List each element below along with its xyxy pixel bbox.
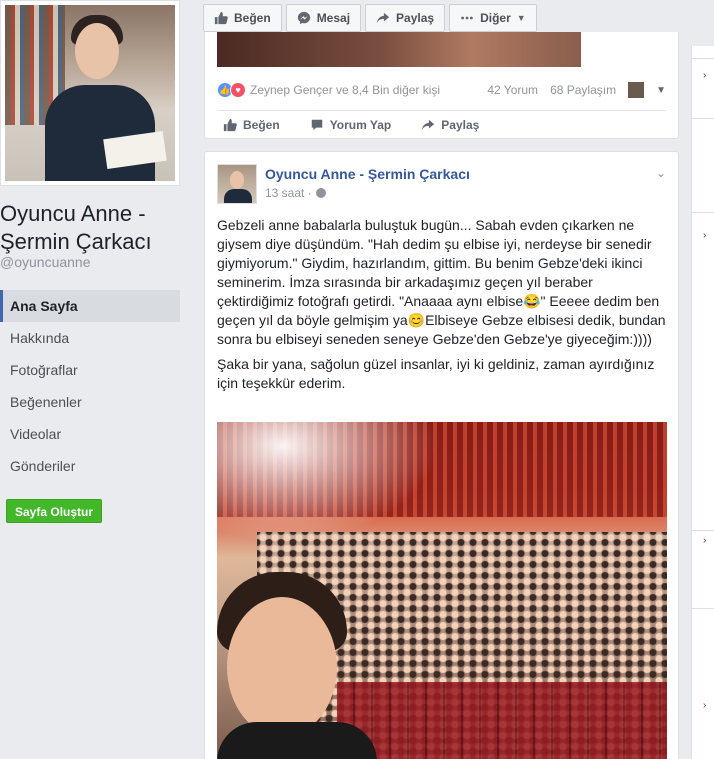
post-timestamp[interactable]: 13 saat · xyxy=(265,186,470,200)
comment-count[interactable]: 42 Yorum xyxy=(487,83,538,97)
nav-item-posts[interactable]: Gönderiler xyxy=(0,450,180,482)
nav-item-about[interactable]: Hakkında xyxy=(0,322,180,354)
post-time: 13 saat · xyxy=(265,186,312,200)
divider xyxy=(692,58,714,59)
right-column xyxy=(691,46,714,759)
reactions-summary[interactable]: Zeynep Gençer ve 8,4 Bin diğer kişi xyxy=(250,83,440,97)
chevron-right-icon[interactable]: › xyxy=(703,230,706,241)
profile-photo xyxy=(5,5,175,181)
page-handle[interactable]: @oyuncuanne xyxy=(0,254,91,270)
like-button[interactable]: Beğen xyxy=(223,118,280,132)
love-reaction-icon: ♥ xyxy=(230,82,246,98)
comment-button[interactable]: Yorum Yap xyxy=(310,117,392,132)
share-arrow-icon xyxy=(376,12,390,24)
chevron-right-icon[interactable]: › xyxy=(703,70,706,81)
chevron-down-icon: ▼ xyxy=(516,13,526,23)
nav-item-home[interactable]: Ana Sayfa xyxy=(0,290,180,322)
post-stats: 👍 ♥ Zeynep Gençer ve 8,4 Bin diğer kişi … xyxy=(217,78,666,102)
share-page-label: Paylaş xyxy=(396,11,435,25)
page-action-bar: Beğen Mesaj Paylaş Diğer ▼ xyxy=(203,4,537,32)
comment-label: Yorum Yap xyxy=(329,117,392,132)
more-label: Diğer xyxy=(480,11,511,25)
like-page-button[interactable]: Beğen xyxy=(203,4,282,32)
comment-bubble-icon xyxy=(311,119,322,130)
thumbs-up-icon xyxy=(214,11,228,25)
divider xyxy=(692,212,714,213)
chevron-right-icon[interactable]: › xyxy=(703,535,706,546)
post-actions: Beğen Yorum Yap Paylaş xyxy=(217,110,666,138)
messenger-icon xyxy=(297,11,310,25)
post-photo[interactable] xyxy=(217,32,581,67)
divider xyxy=(692,118,714,119)
divider xyxy=(692,530,714,531)
page-nav: Ana Sayfa Hakkında Fotoğraflar Beğenenle… xyxy=(0,290,180,482)
thumbs-up-icon xyxy=(223,118,237,131)
message-button[interactable]: Mesaj xyxy=(285,4,362,32)
share-arrow-icon xyxy=(422,119,435,130)
share-button[interactable]: Paylaş xyxy=(421,118,479,132)
ellipsis-icon xyxy=(461,16,473,20)
post-body: Gebzeli anne babalarla buluştuk bugün...… xyxy=(217,216,669,399)
globe-icon xyxy=(315,188,326,198)
chevron-down-icon[interactable]: ▼ xyxy=(656,85,666,96)
share-page-button[interactable]: Paylaş xyxy=(365,4,446,32)
nav-item-videos[interactable]: Videolar xyxy=(0,418,180,450)
page-title[interactable]: Oyuncu Anne - Şermin Çarkacı xyxy=(0,200,192,256)
post-paragraph: Gebzeli anne babalarla buluştuk bugün...… xyxy=(217,217,666,347)
more-button[interactable]: Diğer ▼ xyxy=(449,4,537,32)
like-page-label: Beğen xyxy=(234,11,271,25)
divider xyxy=(692,608,714,609)
post-header: Oyuncu Anne - Şermin Çarkacı 13 saat · xyxy=(217,164,470,204)
chevron-down-icon[interactable]: ⌄ xyxy=(656,166,666,180)
like-label: Beğen xyxy=(243,117,280,132)
nav-item-likes[interactable]: Beğenenler xyxy=(0,386,180,418)
create-page-button[interactable]: Sayfa Oluştur xyxy=(6,499,103,523)
post-photo[interactable] xyxy=(217,422,667,759)
viewer-avatar[interactable] xyxy=(628,82,645,98)
left-sidebar: Oyuncu Anne - Şermin Çarkacı @oyuncuanne… xyxy=(0,0,192,759)
share-label: Paylaş xyxy=(441,117,480,132)
profile-picture[interactable] xyxy=(0,0,180,186)
nav-item-photos[interactable]: Fotoğraflar xyxy=(0,354,180,386)
chevron-right-icon[interactable]: › xyxy=(703,700,706,711)
post-card: Oyuncu Anne - Şermin Çarkacı 13 saat · ⌄… xyxy=(204,151,679,759)
post-card: 👍 ♥ Zeynep Gençer ve 8,4 Bin diğer kişi … xyxy=(204,32,679,139)
author-avatar[interactable] xyxy=(217,164,257,204)
message-label: Mesaj xyxy=(316,11,351,25)
post-paragraph: Şaka bir yana, sağolun güzel insanlar, i… xyxy=(217,356,655,391)
share-count[interactable]: 68 Paylaşım xyxy=(550,83,616,97)
reaction-icons[interactable]: 👍 ♥ xyxy=(217,82,246,98)
post-author[interactable]: Oyuncu Anne - Şermin Çarkacı xyxy=(265,166,470,182)
